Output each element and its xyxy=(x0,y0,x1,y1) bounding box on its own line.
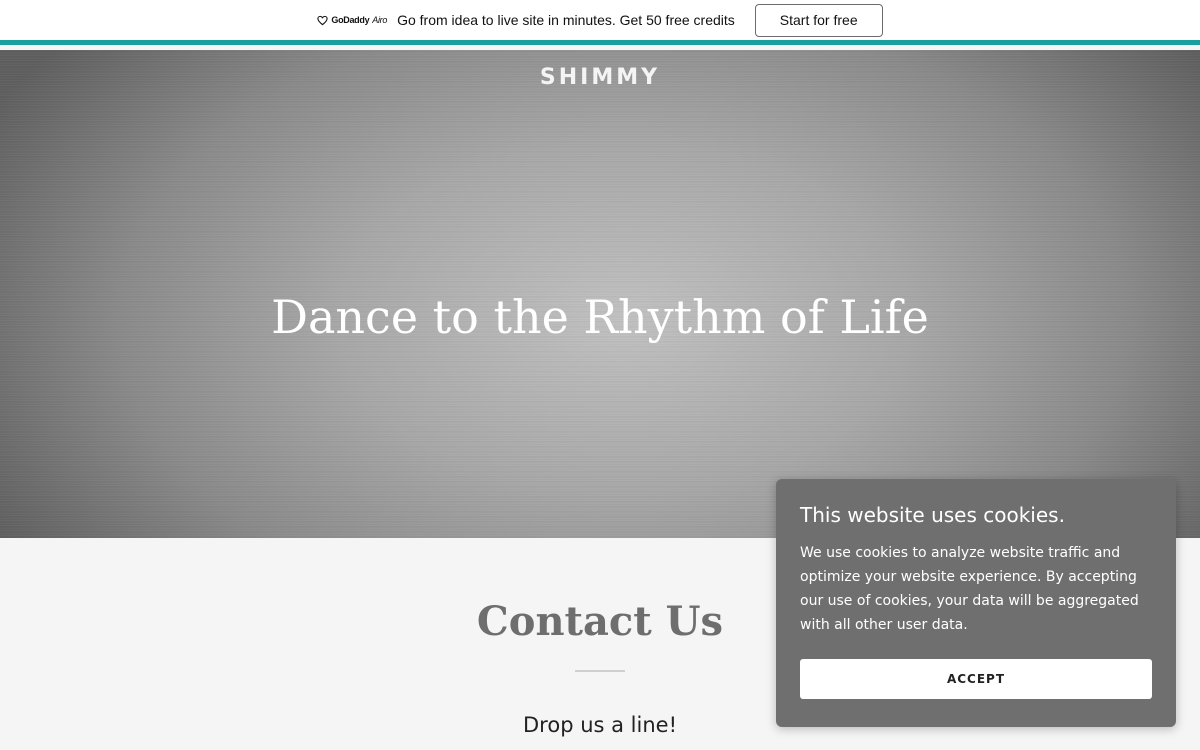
godaddy-heart-icon xyxy=(317,15,329,25)
cookie-consent-popup: This website uses cookies. We use cookie… xyxy=(776,479,1176,727)
contact-divider xyxy=(575,670,625,672)
promo-text: Go from idea to live site in minutes. Ge… xyxy=(397,12,735,28)
godaddy-airo-logo[interactable]: GoDaddy Airo xyxy=(317,15,387,26)
logo-product-text: Airo xyxy=(372,15,388,25)
cookie-body: We use cookies to analyze website traffi… xyxy=(800,545,1139,633)
accept-cookies-button[interactable]: ACCEPT xyxy=(800,659,1152,699)
hero-section: SHIMMY Dance to the Rhythm of Life xyxy=(0,50,1200,538)
start-for-free-button[interactable]: Start for free xyxy=(754,3,883,37)
promo-banner: GoDaddy Airo Go from idea to live site i… xyxy=(0,0,1200,45)
hero-title: Dance to the Rhythm of Life xyxy=(271,290,929,344)
logo-brand-text: GoDaddy xyxy=(331,15,370,25)
cookie-title: This website uses cookies. xyxy=(800,503,1065,527)
site-brand-logo[interactable]: SHIMMY xyxy=(0,65,1200,90)
